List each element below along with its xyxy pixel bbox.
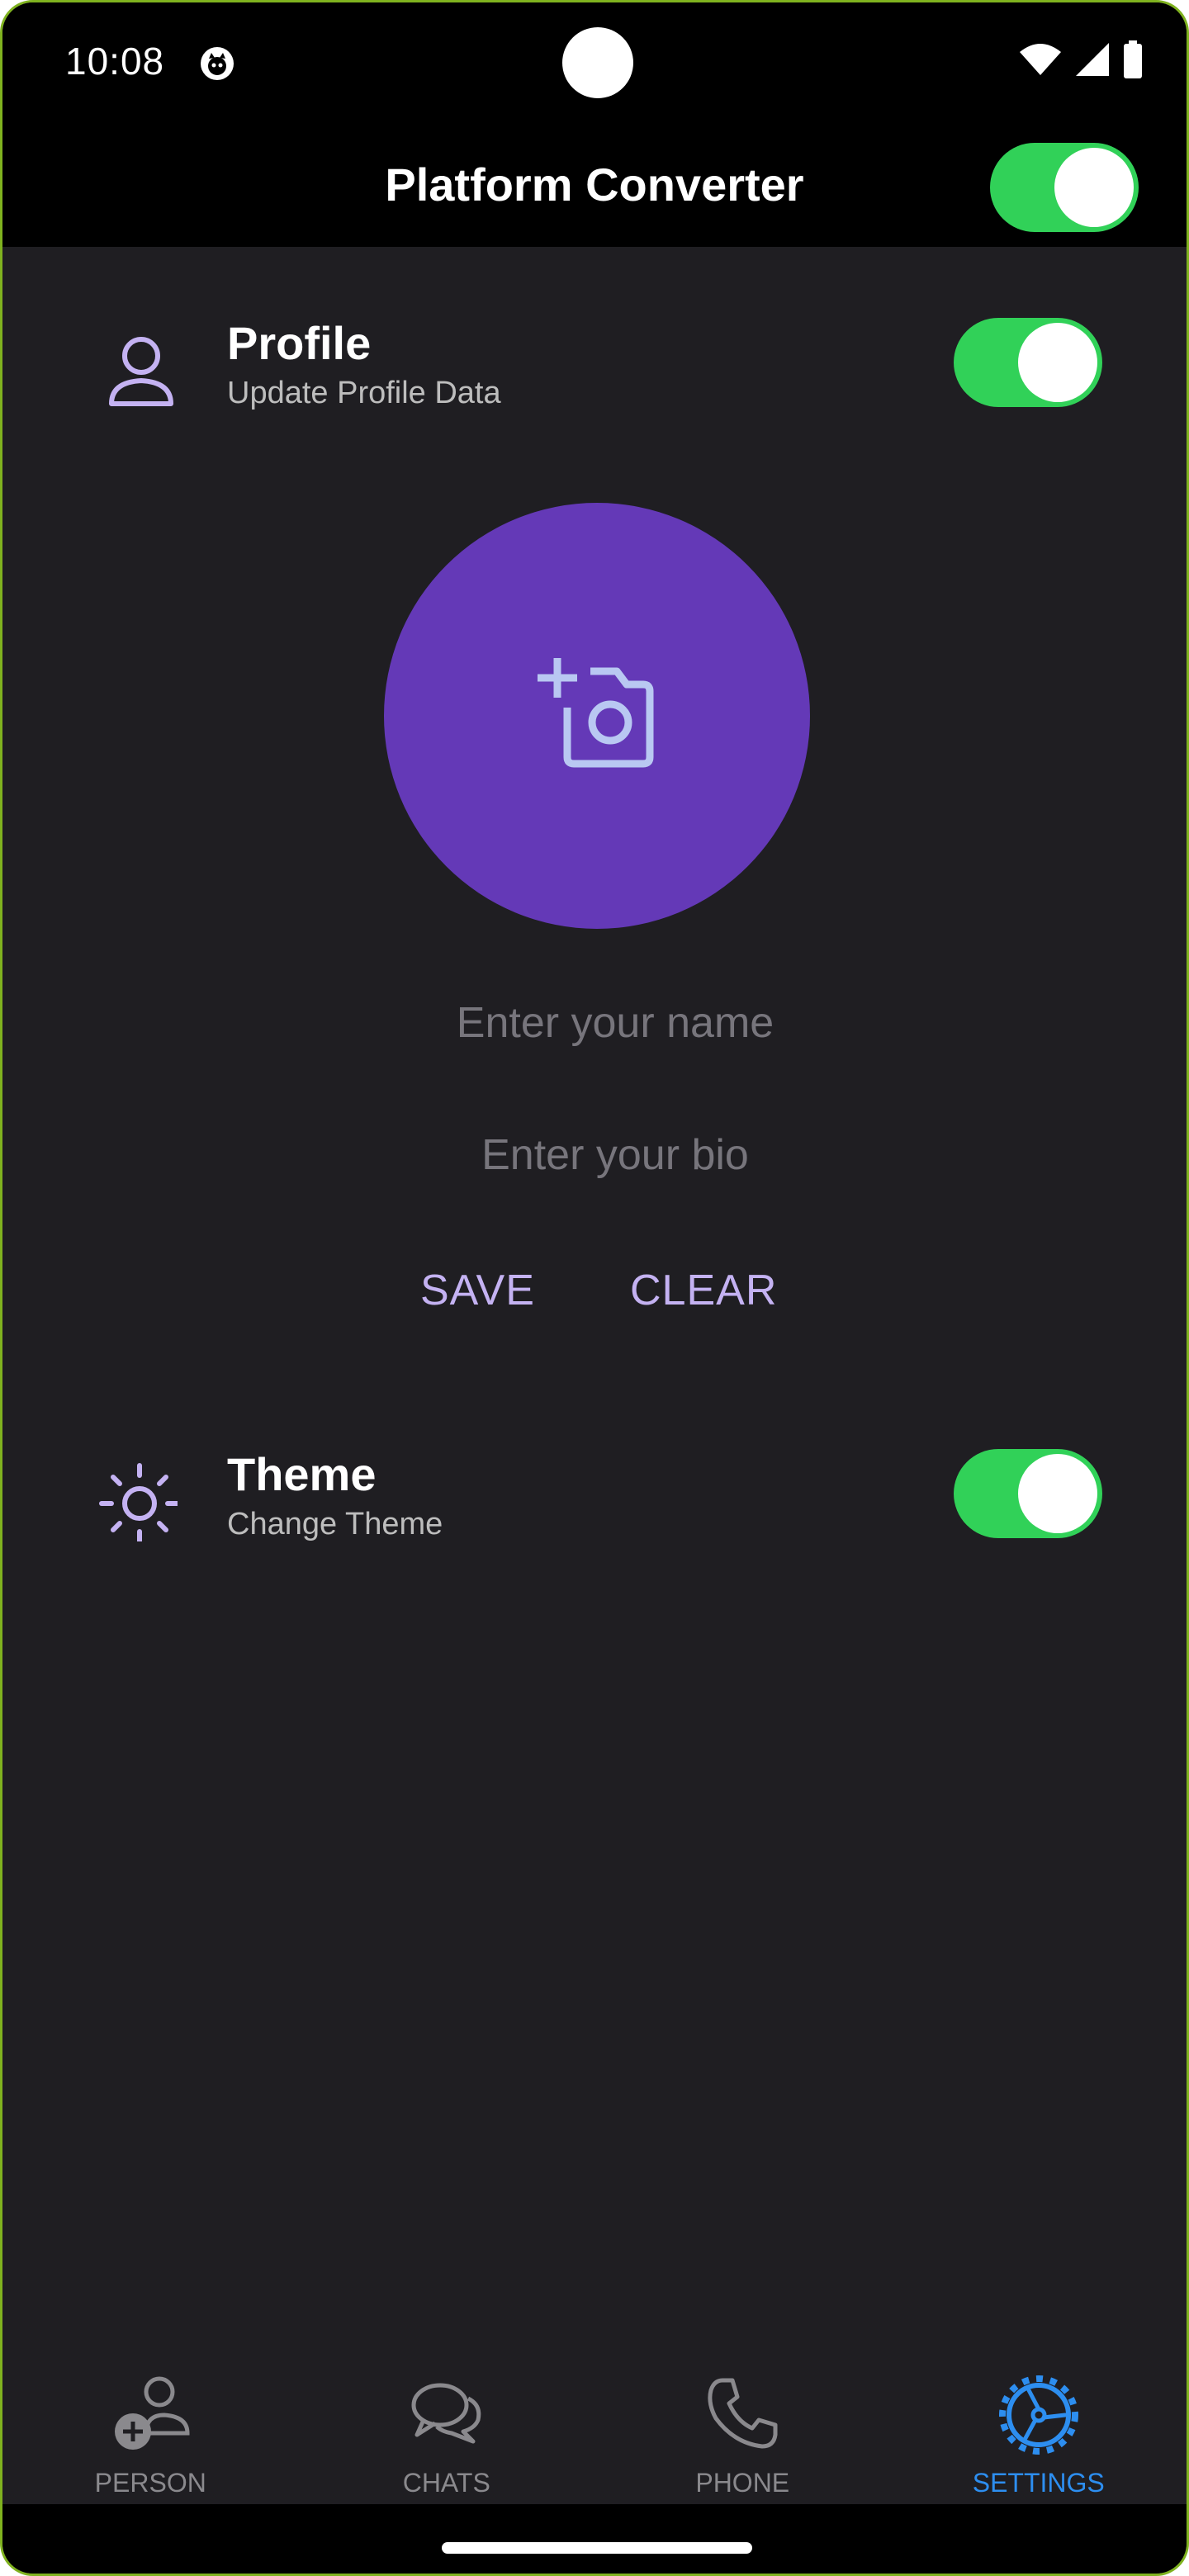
switch-knob [1018,1454,1097,1533]
battery-icon [1124,40,1142,78]
profile-switch[interactable] [954,318,1102,407]
theme-title: Theme [227,1448,377,1500]
profile-subtitle: Update Profile Data [227,376,501,410]
cellular-signal-icon [1076,43,1109,76]
theme-subtitle: Change Theme [227,1507,443,1541]
nav-label-phone: PHONE [695,2468,790,2498]
theme-switch[interactable] [954,1449,1102,1538]
theme-setting-row: Theme Change Theme [2,1431,1187,1546]
save-button[interactable]: SAVE [420,1266,535,1315]
add-photo-icon [538,658,654,768]
platform-switch[interactable] [990,143,1139,232]
nav-item-chats[interactable]: CHATS [299,2364,595,2504]
person-icon [95,328,178,410]
system-status-icons [1018,40,1144,78]
wifi-icon [1020,44,1061,75]
status-time: 10:08 [65,40,165,83]
nav-label-chats: CHATS [402,2468,490,2498]
nav-item-phone[interactable]: PHONE [594,2364,891,2504]
nav-item-settings[interactable]: SETTINGS [891,2364,1187,2504]
nav-label-person: PERSON [94,2468,206,2498]
nav-label-settings: SETTINGS [972,2468,1105,2498]
clear-button[interactable]: CLEAR [630,1266,777,1315]
nav-item-person[interactable]: PERSON [2,2364,299,2504]
app-bar: Platform Converter [2,126,1187,247]
camera-cutout [562,27,633,98]
status-bar: 10:08 [2,2,1187,126]
name-input[interactable] [349,985,881,1061]
home-indicator[interactable] [442,2542,752,2554]
phone-icon [708,2378,778,2449]
sun-icon [95,1459,180,1544]
chats-icon [411,2383,481,2444]
avatar-picker[interactable] [384,503,810,929]
switch-knob [1018,323,1097,402]
notification-app-icon [199,45,235,82]
gesture-bar [2,2504,1187,2574]
bio-input[interactable] [349,1117,881,1193]
person-add-icon [115,2376,190,2450]
settings-icon [998,2375,1078,2455]
switch-knob [1054,148,1134,227]
profile-setting-row: Profile Update Profile Data [2,300,1187,415]
profile-title: Profile [227,317,372,369]
phone-screen: 10:08 Platform Converter Profile Update … [0,0,1189,2576]
bottom-navigation: PERSON CHATS PHONE SETTINGS [2,2364,1187,2504]
